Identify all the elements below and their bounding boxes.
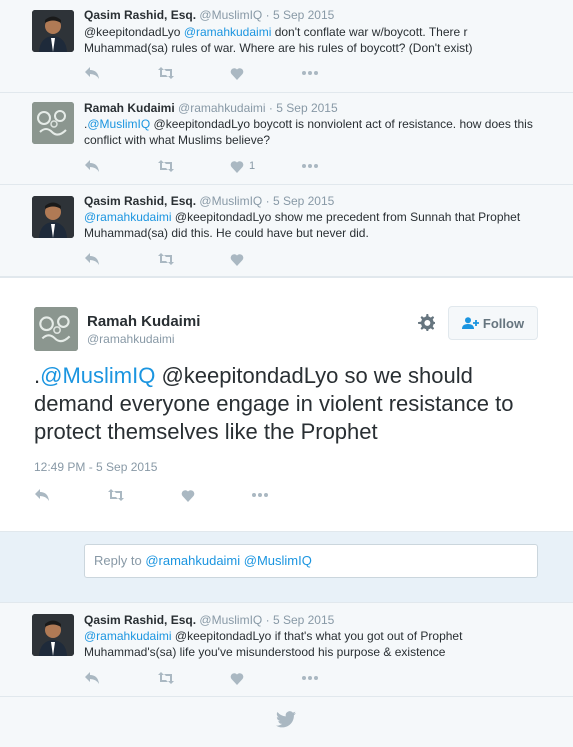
tweet-header: Qasim Rashid, Esq. @MuslimIQ · 5 Sep 201… [84, 613, 334, 627]
like-count: 1 [249, 160, 256, 172]
retweet-icon[interactable] [108, 488, 124, 502]
mention-link[interactable]: @ramahkudaimi [184, 25, 272, 39]
author-name[interactable]: Ramah Kudaimi [84, 101, 175, 115]
avatar[interactable] [32, 10, 74, 52]
author-handle[interactable]: @ramahkudaimi [87, 332, 175, 346]
reply-input[interactable]: Reply to @ramahkudaimi @MuslimIQ [84, 544, 538, 578]
tweet-header: Ramah Kudaimi @ramahkudaimi · 5 Sep 2015 [84, 101, 338, 115]
mention-link[interactable]: @MuslimIQ [87, 117, 150, 131]
author-name[interactable]: Ramah Kudaimi [87, 313, 200, 330]
avatar[interactable] [32, 614, 74, 656]
reply-prefix: Reply to [94, 553, 146, 568]
add-user-icon [461, 317, 479, 329]
tweet-text: .@MuslimIQ @keepitondadLyo boycott is no… [84, 116, 549, 148]
tweet-header: Qasim Rashid, Esq. @MuslimIQ · 5 Sep 201… [84, 8, 334, 22]
reply-icon[interactable] [84, 671, 100, 685]
tweet-date[interactable]: 5 Sep 2015 [273, 194, 334, 208]
like-action[interactable]: 1 [230, 159, 255, 173]
author-name[interactable]: Qasim Rashid, Esq. [84, 613, 196, 627]
separator: · [265, 613, 270, 627]
main-tweet: Ramah Kudaimi @ramahkudaimi Follow .@Mus… [0, 277, 573, 532]
author-handle[interactable]: @MuslimIQ [199, 194, 262, 208]
reply-icon[interactable] [84, 159, 100, 173]
more-icon[interactable] [252, 488, 268, 502]
more-icon[interactable] [302, 671, 318, 685]
avatar[interactable] [34, 307, 78, 351]
reply-icon[interactable] [84, 66, 100, 80]
more-icon[interactable] [302, 66, 318, 80]
reply-icon[interactable] [34, 488, 50, 502]
mention-link[interactable]: @MuslimIQ [40, 363, 155, 388]
heart-icon[interactable] [230, 671, 244, 685]
heart-icon[interactable] [181, 488, 195, 502]
tweet-text: @ramahkudaimi @keepitondadLyo show me pr… [84, 209, 549, 241]
tweet-actions [84, 66, 334, 80]
author-handle[interactable]: @ramahkudaimi [178, 101, 266, 115]
reply-bar: Reply to @ramahkudaimi @MuslimIQ [0, 532, 573, 603]
tweet[interactable]: Qasim Rashid, Esq. @MuslimIQ · 5 Sep 201… [0, 0, 573, 93]
retweet-icon[interactable] [158, 66, 174, 80]
tweet-actions [84, 252, 334, 266]
author-name[interactable]: Qasim Rashid, Esq. [84, 194, 196, 208]
author-handle[interactable]: @MuslimIQ [199, 8, 262, 22]
text-span: @keepitondadLyo boycott is nonviolent ac… [84, 117, 533, 147]
tweet[interactable]: Qasim Rashid, Esq. @MuslimIQ · 5 Sep 201… [0, 603, 573, 697]
separator: · [265, 8, 270, 22]
separator: · [265, 194, 270, 208]
tweet-text: @keepitondadLyo @ramahkudaimi don't conf… [84, 24, 549, 56]
tweet-header: Qasim Rashid, Esq. @MuslimIQ · 5 Sep 201… [84, 194, 334, 208]
avatar[interactable] [32, 196, 74, 238]
heart-icon [230, 160, 244, 173]
tweet[interactable]: Qasim Rashid, Esq. @MuslimIQ · 5 Sep 201… [0, 185, 573, 277]
retweet-icon[interactable] [158, 252, 174, 266]
tweet-timestamp[interactable]: 12:49 PM - 5 Sep 2015 [34, 460, 157, 474]
tweet[interactable]: Ramah Kudaimi @ramahkudaimi · 5 Sep 2015… [0, 93, 573, 185]
author-handle[interactable]: @MuslimIQ [199, 613, 262, 627]
follow-label: Follow [482, 315, 525, 331]
retweet-icon[interactable] [158, 159, 174, 173]
author-name[interactable]: Qasim Rashid, Esq. [84, 8, 196, 22]
tweet-date[interactable]: 5 Sep 2015 [273, 8, 334, 22]
mention-link[interactable]: @ramahkudaimi [84, 629, 172, 643]
more-icon[interactable] [302, 159, 318, 173]
tweet-actions: 1 [84, 159, 334, 173]
reply-mentions: @ramahkudaimi @MuslimIQ [145, 553, 312, 568]
retweet-icon[interactable] [158, 671, 174, 685]
twitter-bird-icon [276, 711, 296, 733]
tweet-date[interactable]: 5 Sep 2015 [273, 613, 334, 627]
avatar[interactable] [32, 102, 74, 144]
reply-icon[interactable] [84, 252, 100, 266]
separator: · [268, 101, 273, 115]
heart-icon[interactable] [230, 66, 244, 80]
text-span: @keepitondadLyo [84, 25, 184, 39]
mention-link[interactable]: @ramahkudaimi [84, 210, 172, 224]
follow-button[interactable]: Follow [448, 306, 538, 340]
tweet-actions [84, 671, 334, 685]
tweet-date[interactable]: 5 Sep 2015 [276, 101, 337, 115]
gear-icon[interactable] [418, 314, 435, 336]
tweet-actions [34, 488, 284, 502]
heart-icon[interactable] [230, 252, 244, 266]
tweet-text: @ramahkudaimi @keepitondadLyo if that's … [84, 628, 549, 660]
tweet-text: .@MuslimIQ @keepitondadLyo so we should … [34, 362, 544, 446]
